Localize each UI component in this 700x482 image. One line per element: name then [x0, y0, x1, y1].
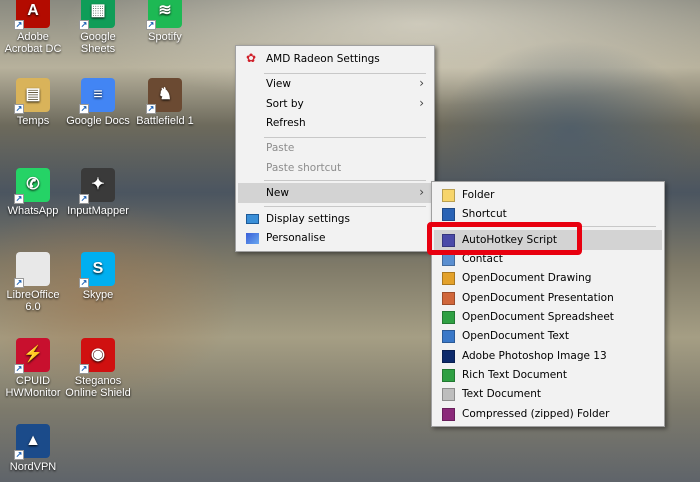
file-type-icon	[442, 311, 455, 324]
new-item-opendocument-text[interactable]: OpenDocument Text	[434, 326, 662, 346]
app-icon: ↗	[14, 252, 50, 288]
icon-label: Adobe Acrobat DC	[4, 31, 62, 55]
icon-label: Spotify	[148, 31, 182, 43]
desktop-icon-battlefield-1[interactable]: ♞ ↗ Battlefield 1	[131, 78, 199, 127]
chevron-right-icon: ›	[419, 76, 424, 90]
desktop-icon-temps[interactable]: ▤ ↗ Temps	[0, 78, 67, 127]
app-icon: ⚡ ↗	[14, 338, 50, 374]
file-type-icon	[442, 330, 455, 343]
desktop-icon-inputmapper[interactable]: ✦ ↗ InputMapper	[64, 168, 132, 217]
new-item-folder[interactable]: Folder	[434, 185, 662, 205]
personalise-icon	[246, 233, 259, 244]
shortcut-arrow-icon: ↗	[79, 194, 89, 204]
menu-item-personalise[interactable]: Personalise	[238, 228, 432, 248]
shortcut-arrow-icon: ↗	[14, 364, 24, 374]
separator	[264, 180, 426, 181]
amd-icon: ✿	[246, 51, 257, 65]
menu-item-paste[interactable]: Paste	[238, 138, 432, 158]
shortcut-arrow-icon: ↗	[146, 20, 156, 30]
shortcut-arrow-icon: ↗	[79, 278, 89, 288]
menu-item-view[interactable]: View ›	[238, 74, 432, 94]
app-icon: ♞ ↗	[146, 78, 182, 114]
desktop-icon-google-docs[interactable]: ≡ ↗ Google Docs	[64, 78, 132, 127]
app-icon: S ↗	[79, 252, 115, 288]
chevron-right-icon: ›	[419, 185, 424, 199]
icon-label: LibreOffice 6.0	[6, 289, 60, 313]
icon-label: Steganos Online Shield	[65, 375, 131, 399]
app-icon: ◉ ↗	[79, 338, 115, 374]
file-type-icon	[442, 208, 455, 221]
menu-item-paste-shortcut[interactable]: Paste shortcut	[238, 158, 432, 178]
app-icon: ≋ ↗	[146, 0, 182, 30]
context-menu: ✿ AMD Radeon Settings View › Sort by › Refr…	[235, 45, 435, 252]
menu-item-refresh[interactable]: Refresh	[238, 113, 432, 133]
new-item-opendocument-spreadsheet[interactable]: OpenDocument Spreadsheet	[434, 307, 662, 327]
file-type-icon	[442, 388, 455, 401]
desktop-icon-whatsapp[interactable]: ✆ ↗ WhatsApp	[0, 168, 67, 217]
shortcut-arrow-icon: ↗	[79, 20, 89, 30]
separator	[264, 206, 426, 207]
file-type-icon	[442, 272, 455, 285]
desktop-icon-spotify[interactable]: ≋ ↗ Spotify	[131, 0, 199, 43]
shortcut-arrow-icon: ↗	[14, 194, 24, 204]
desktop-icon-nordvpn[interactable]: ▲ ↗ NordVPN	[0, 424, 67, 473]
new-item-opendocument-presentation[interactable]: OpenDocument Presentation	[434, 288, 662, 308]
app-icon: ▦ ↗	[79, 0, 115, 30]
shortcut-arrow-icon: ↗	[14, 278, 24, 288]
app-icon: ✆ ↗	[14, 168, 50, 204]
shortcut-arrow-icon: ↗	[146, 104, 156, 114]
menu-item-display-settings[interactable]: Display settings	[238, 209, 432, 229]
menu-item-amd-radeon-settings[interactable]: ✿ AMD Radeon Settings	[238, 49, 432, 69]
app-icon: ≡ ↗	[79, 78, 115, 114]
app-icon: ▲ ↗	[14, 424, 50, 460]
chevron-right-icon: ›	[419, 96, 424, 110]
icon-label: WhatsApp	[7, 205, 59, 217]
shortcut-arrow-icon: ↗	[14, 20, 24, 30]
new-item-text-document[interactable]: Text Document	[434, 384, 662, 404]
icon-label: Battlefield 1	[136, 115, 194, 127]
file-type-icon	[442, 408, 455, 421]
shortcut-arrow-icon: ↗	[14, 450, 24, 460]
shortcut-arrow-icon: ↗	[79, 104, 89, 114]
desktop-icon-skype[interactable]: S ↗ Skype	[64, 252, 132, 301]
desktop-icon-steganos-online-shield[interactable]: ◉ ↗ Steganos Online Shield	[64, 338, 132, 399]
icon-label: Google Docs	[66, 115, 130, 127]
new-item-compressed-zipped-folder[interactable]: Compressed (zipped) Folder	[434, 404, 662, 424]
file-type-icon	[442, 350, 455, 363]
menu-item-sort-by[interactable]: Sort by ›	[238, 94, 432, 114]
shortcut-arrow-icon: ↗	[14, 104, 24, 114]
icon-label: Temps	[16, 115, 50, 127]
app-icon: ▤ ↗	[14, 78, 50, 114]
desktop-icon-google-sheets[interactable]: ▦ ↗ Google Sheets	[64, 0, 132, 55]
highlight-annotation-box	[427, 222, 582, 255]
icon-label: NordVPN	[9, 461, 57, 473]
new-item-rich-text-document[interactable]: Rich Text Document	[434, 365, 662, 385]
icon-label: InputMapper	[67, 205, 129, 217]
icon-label: Skype	[82, 289, 114, 301]
desktop-icon-libreoffice-6-0[interactable]: ↗ LibreOffice 6.0	[0, 252, 67, 313]
menu-item-new[interactable]: New ›	[238, 183, 432, 203]
new-item-shortcut[interactable]: Shortcut	[434, 204, 662, 224]
new-submenu: Folder Shortcut AutoHotkey Script Contact Op…	[431, 181, 665, 427]
desktop-icon-cpuid-hwmonitor[interactable]: ⚡ ↗ CPUID HWMonitor	[0, 338, 67, 399]
new-item-adobe-photoshop-image-13[interactable]: Adobe Photoshop Image 13	[434, 346, 662, 366]
file-type-icon	[442, 292, 455, 305]
icon-label: Google Sheets	[80, 31, 116, 55]
icon-label: CPUID HWMonitor	[5, 375, 61, 399]
app-icon: ✦ ↗	[79, 168, 115, 204]
new-item-opendocument-drawing[interactable]: OpenDocument Drawing	[434, 268, 662, 288]
desktop-icon-adobe-acrobat-dc[interactable]: A ↗ Adobe Acrobat DC	[0, 0, 67, 55]
display-icon	[246, 214, 259, 224]
file-type-icon	[442, 369, 455, 382]
shortcut-arrow-icon: ↗	[79, 364, 89, 374]
file-type-icon	[442, 189, 455, 202]
app-icon: A ↗	[14, 0, 50, 30]
wallpaper-boats	[440, 40, 700, 190]
